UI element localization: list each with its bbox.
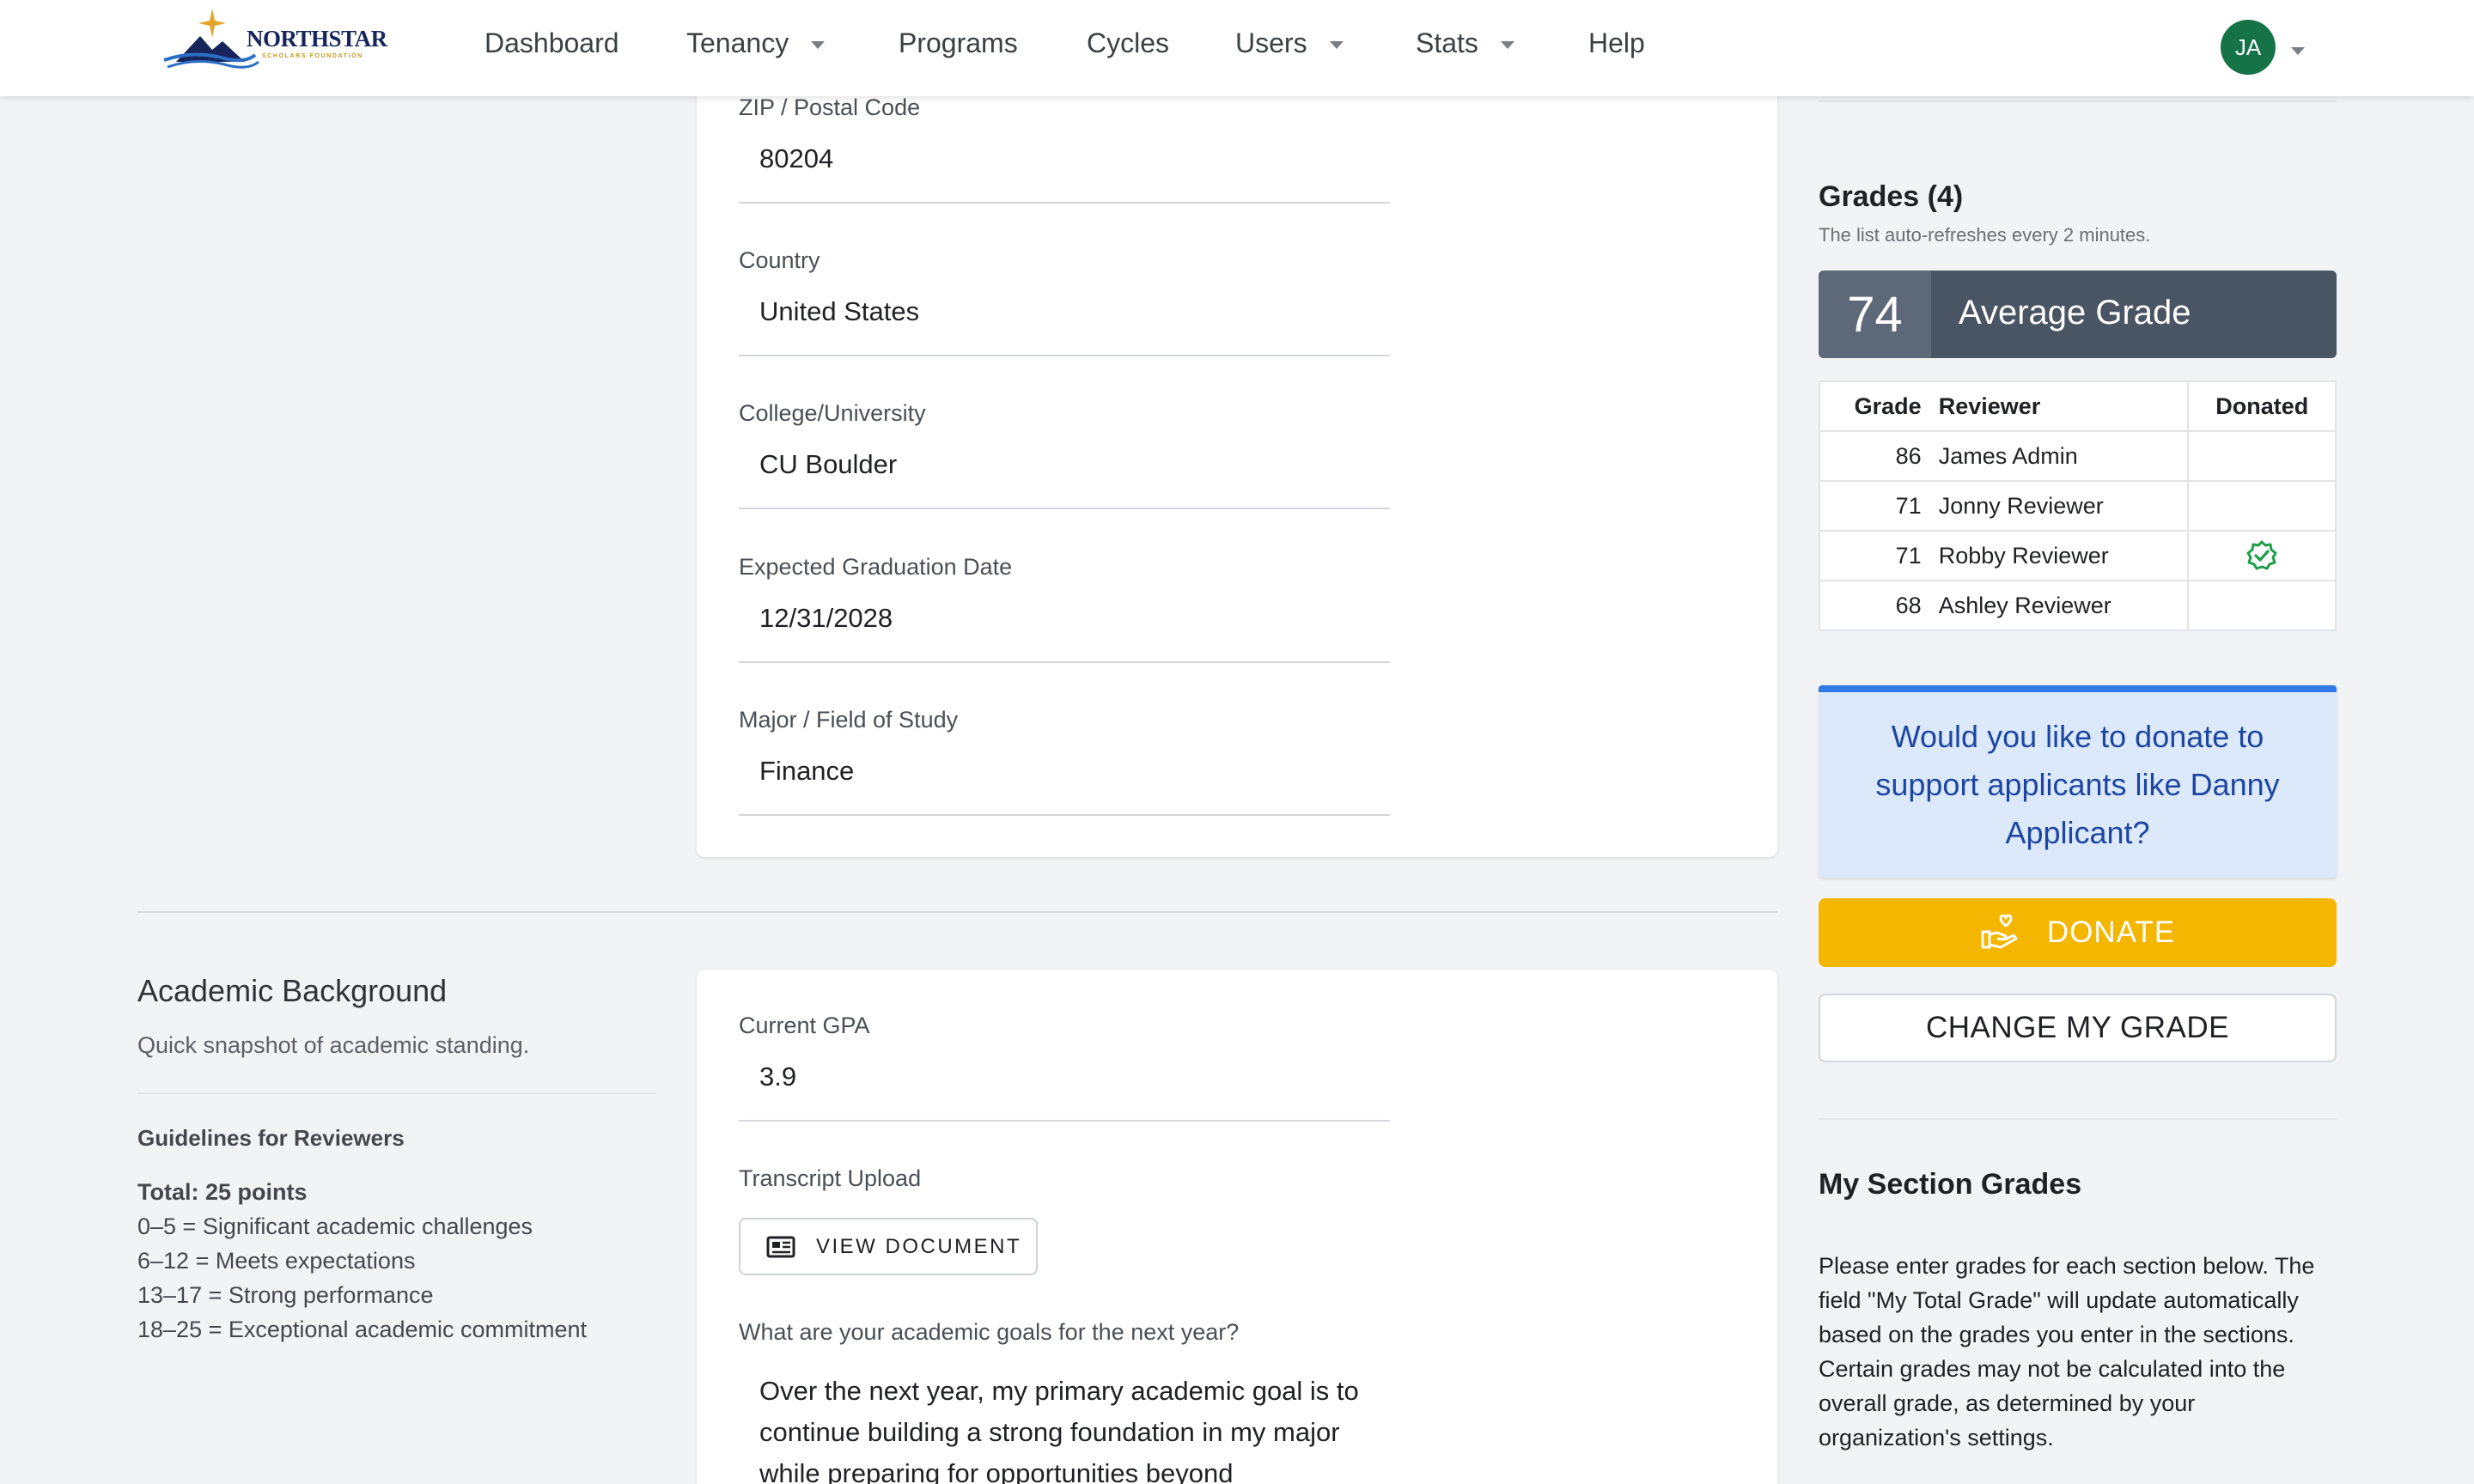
- section-divider: [137, 911, 1777, 913]
- table-row: 71 Robby Reviewer: [1819, 530, 2337, 581]
- change-grade-label: CHANGE MY GRADE: [1925, 1011, 2230, 1044]
- guideline-line: 13–17 = Strong performance: [137, 1282, 434, 1308]
- chevron-down-icon: [1500, 41, 1514, 49]
- donate-callout-text: Would you like to donate to support appl…: [1875, 719, 2280, 850]
- chevron-down-icon: [1329, 41, 1344, 49]
- country-label: Country: [739, 247, 820, 273]
- column-header-reviewer: Reviewer: [1929, 380, 2189, 432]
- goals-label: What are your academic goals for the nex…: [739, 1319, 1240, 1345]
- logo-text: NORTHSTAR: [247, 26, 387, 52]
- user-avatar[interactable]: JA: [2221, 20, 2276, 75]
- goals-answer[interactable]: Over the next year, my primary academic …: [759, 1371, 1395, 1484]
- table-row: 71 Jonny Reviewer: [1819, 480, 2337, 532]
- zip-label: ZIP / Postal Code: [739, 94, 921, 120]
- section-grades-title: My Section Grades: [1819, 1168, 2082, 1201]
- chevron-down-icon[interactable]: [2291, 47, 2305, 55]
- reviewer-cell: Ashley Reviewer: [1929, 580, 2190, 631]
- reviewer-cell: Jonny Reviewer: [1929, 480, 2190, 532]
- column-header-donated: Donated: [2187, 380, 2337, 432]
- donate-callout: Would you like to donate to support appl…: [1819, 685, 2337, 878]
- transcript-label: Transcript Upload: [739, 1165, 922, 1191]
- grade-cell: 71: [1819, 530, 1930, 581]
- section-subtitle: Quick snapshot of academic standing.: [137, 1032, 530, 1058]
- section-title: Academic Background: [137, 973, 448, 1008]
- college-label: College/University: [739, 400, 926, 426]
- panel-rule: [1819, 100, 2337, 102]
- donated-cell: [2187, 430, 2337, 482]
- section-grades-instructions: Please enter grades for each section bel…: [1819, 1253, 2315, 1451]
- guideline-line: 0–5 = Significant academic challenges: [137, 1213, 533, 1239]
- college-field[interactable]: CU Boulder: [739, 434, 1390, 509]
- gpa-label: Current GPA: [739, 1013, 870, 1038]
- view-document-label: VIEW DOCUMENT: [816, 1234, 1022, 1258]
- view-document-button[interactable]: VIEW DOCUMENT: [739, 1218, 1038, 1275]
- donate-button[interactable]: DONATE: [1819, 898, 2337, 967]
- grades-subtitle: The list auto-refreshes every 2 minutes.: [1819, 224, 2151, 246]
- document-icon: [766, 1236, 795, 1257]
- nav-help[interactable]: Help: [1588, 27, 1645, 59]
- northstar-logo[interactable]: NORTHSTAR SCHOLARS FOUNDATION: [159, 5, 387, 72]
- change-grade-button[interactable]: CHANGE MY GRADE: [1819, 994, 2337, 1062]
- nav-label: Tenancy: [686, 27, 789, 58]
- country-field[interactable]: United States: [739, 281, 1390, 356]
- nav-stats[interactable]: Stats: [1416, 27, 1514, 59]
- grades-title: Grades (4): [1819, 180, 1964, 213]
- nav-label: Dashboard: [484, 27, 619, 58]
- average-grade-value: 74: [1819, 271, 1931, 358]
- table-row: 86 James Admin: [1819, 430, 2337, 482]
- nav-programs[interactable]: Programs: [899, 27, 1018, 59]
- reviewer-cell: Robby Reviewer: [1929, 530, 2190, 581]
- graduation-date-field[interactable]: 12/31/2028: [739, 587, 1390, 663]
- nav-tenancy[interactable]: Tenancy: [686, 27, 826, 59]
- grade-cell: 86: [1819, 430, 1930, 482]
- logo-subtitle: SCHOLARS FOUNDATION: [262, 53, 363, 59]
- chevron-down-icon: [811, 41, 826, 49]
- panel-rule: [1819, 1118, 2337, 1120]
- zip-field[interactable]: 80204: [739, 128, 1390, 204]
- donated-cell: [2187, 480, 2337, 532]
- guideline-line: 18–25 = Exceptional academic commitment: [137, 1317, 588, 1342]
- section-rule: [137, 1092, 656, 1094]
- donated-cell: [2187, 580, 2337, 631]
- average-grade-label: Average Grade: [1959, 294, 2191, 331]
- top-navbar: NORTHSTAR SCHOLARS FOUNDATION Dashboard …: [0, 0, 2474, 96]
- gpa-field[interactable]: 3.9: [739, 1046, 1390, 1122]
- guideline-line: 6–12 = Meets expectations: [137, 1248, 416, 1274]
- nav-users[interactable]: Users: [1235, 27, 1344, 59]
- average-grade-box: 74 Average Grade: [1819, 271, 2337, 358]
- nav-label: Programs: [899, 27, 1018, 58]
- donate-button-label: DONATE: [2046, 915, 2176, 949]
- hand-heart-icon: [1981, 915, 2018, 949]
- table-row: 68 Ashley Reviewer: [1819, 580, 2337, 631]
- column-header-grade: Grade: [1819, 380, 1930, 432]
- reviewer-cell: James Admin: [1929, 430, 2190, 482]
- donated-cell: [2187, 530, 2337, 581]
- nav-dashboard[interactable]: Dashboard: [484, 27, 619, 59]
- grade-cell: 68: [1819, 580, 1930, 631]
- nav-label: Stats: [1416, 27, 1478, 58]
- grade-cell: 71: [1819, 480, 1930, 532]
- grades-table: Grade Reviewer Donated 86 James Admin 71…: [1819, 380, 2337, 631]
- nav-cycles[interactable]: Cycles: [1087, 27, 1169, 59]
- nav-label: Cycles: [1087, 27, 1170, 58]
- nav-label: Help: [1588, 27, 1645, 58]
- table-header-row: Grade Reviewer Donated: [1819, 380, 2337, 432]
- major-label: Major / Field of Study: [739, 707, 959, 733]
- guidelines-total: Total: 25 points: [137, 1179, 308, 1205]
- nav-label: Users: [1235, 27, 1307, 58]
- graduation-date-label: Expected Graduation Date: [739, 554, 1013, 580]
- major-field[interactable]: Finance: [739, 740, 1390, 816]
- guidelines-title: Guidelines for Reviewers: [137, 1125, 405, 1151]
- verified-badge-icon: [2246, 540, 2277, 570]
